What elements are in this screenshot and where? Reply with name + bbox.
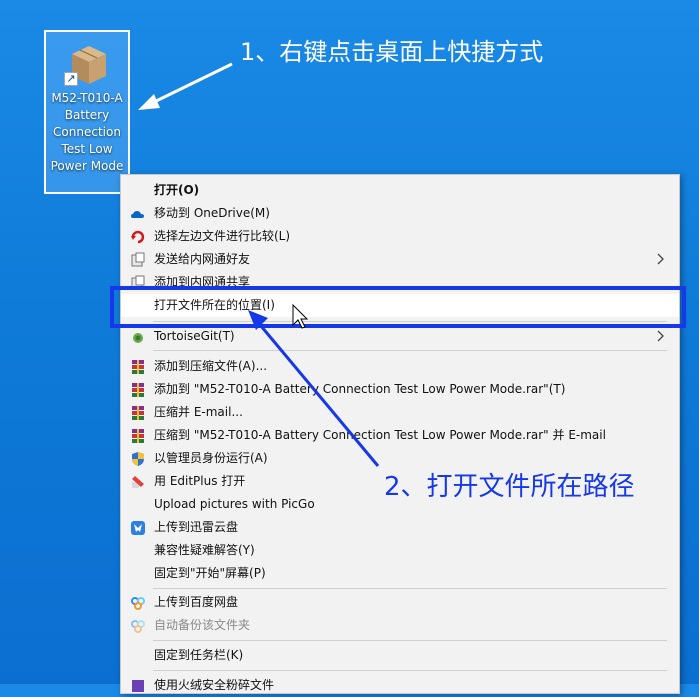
- annotation-overlay: [138, 62, 380, 467]
- arrow-step1: [138, 62, 233, 110]
- mouse-cursor-icon: [292, 303, 309, 329]
- arrow-step2: [248, 310, 380, 467]
